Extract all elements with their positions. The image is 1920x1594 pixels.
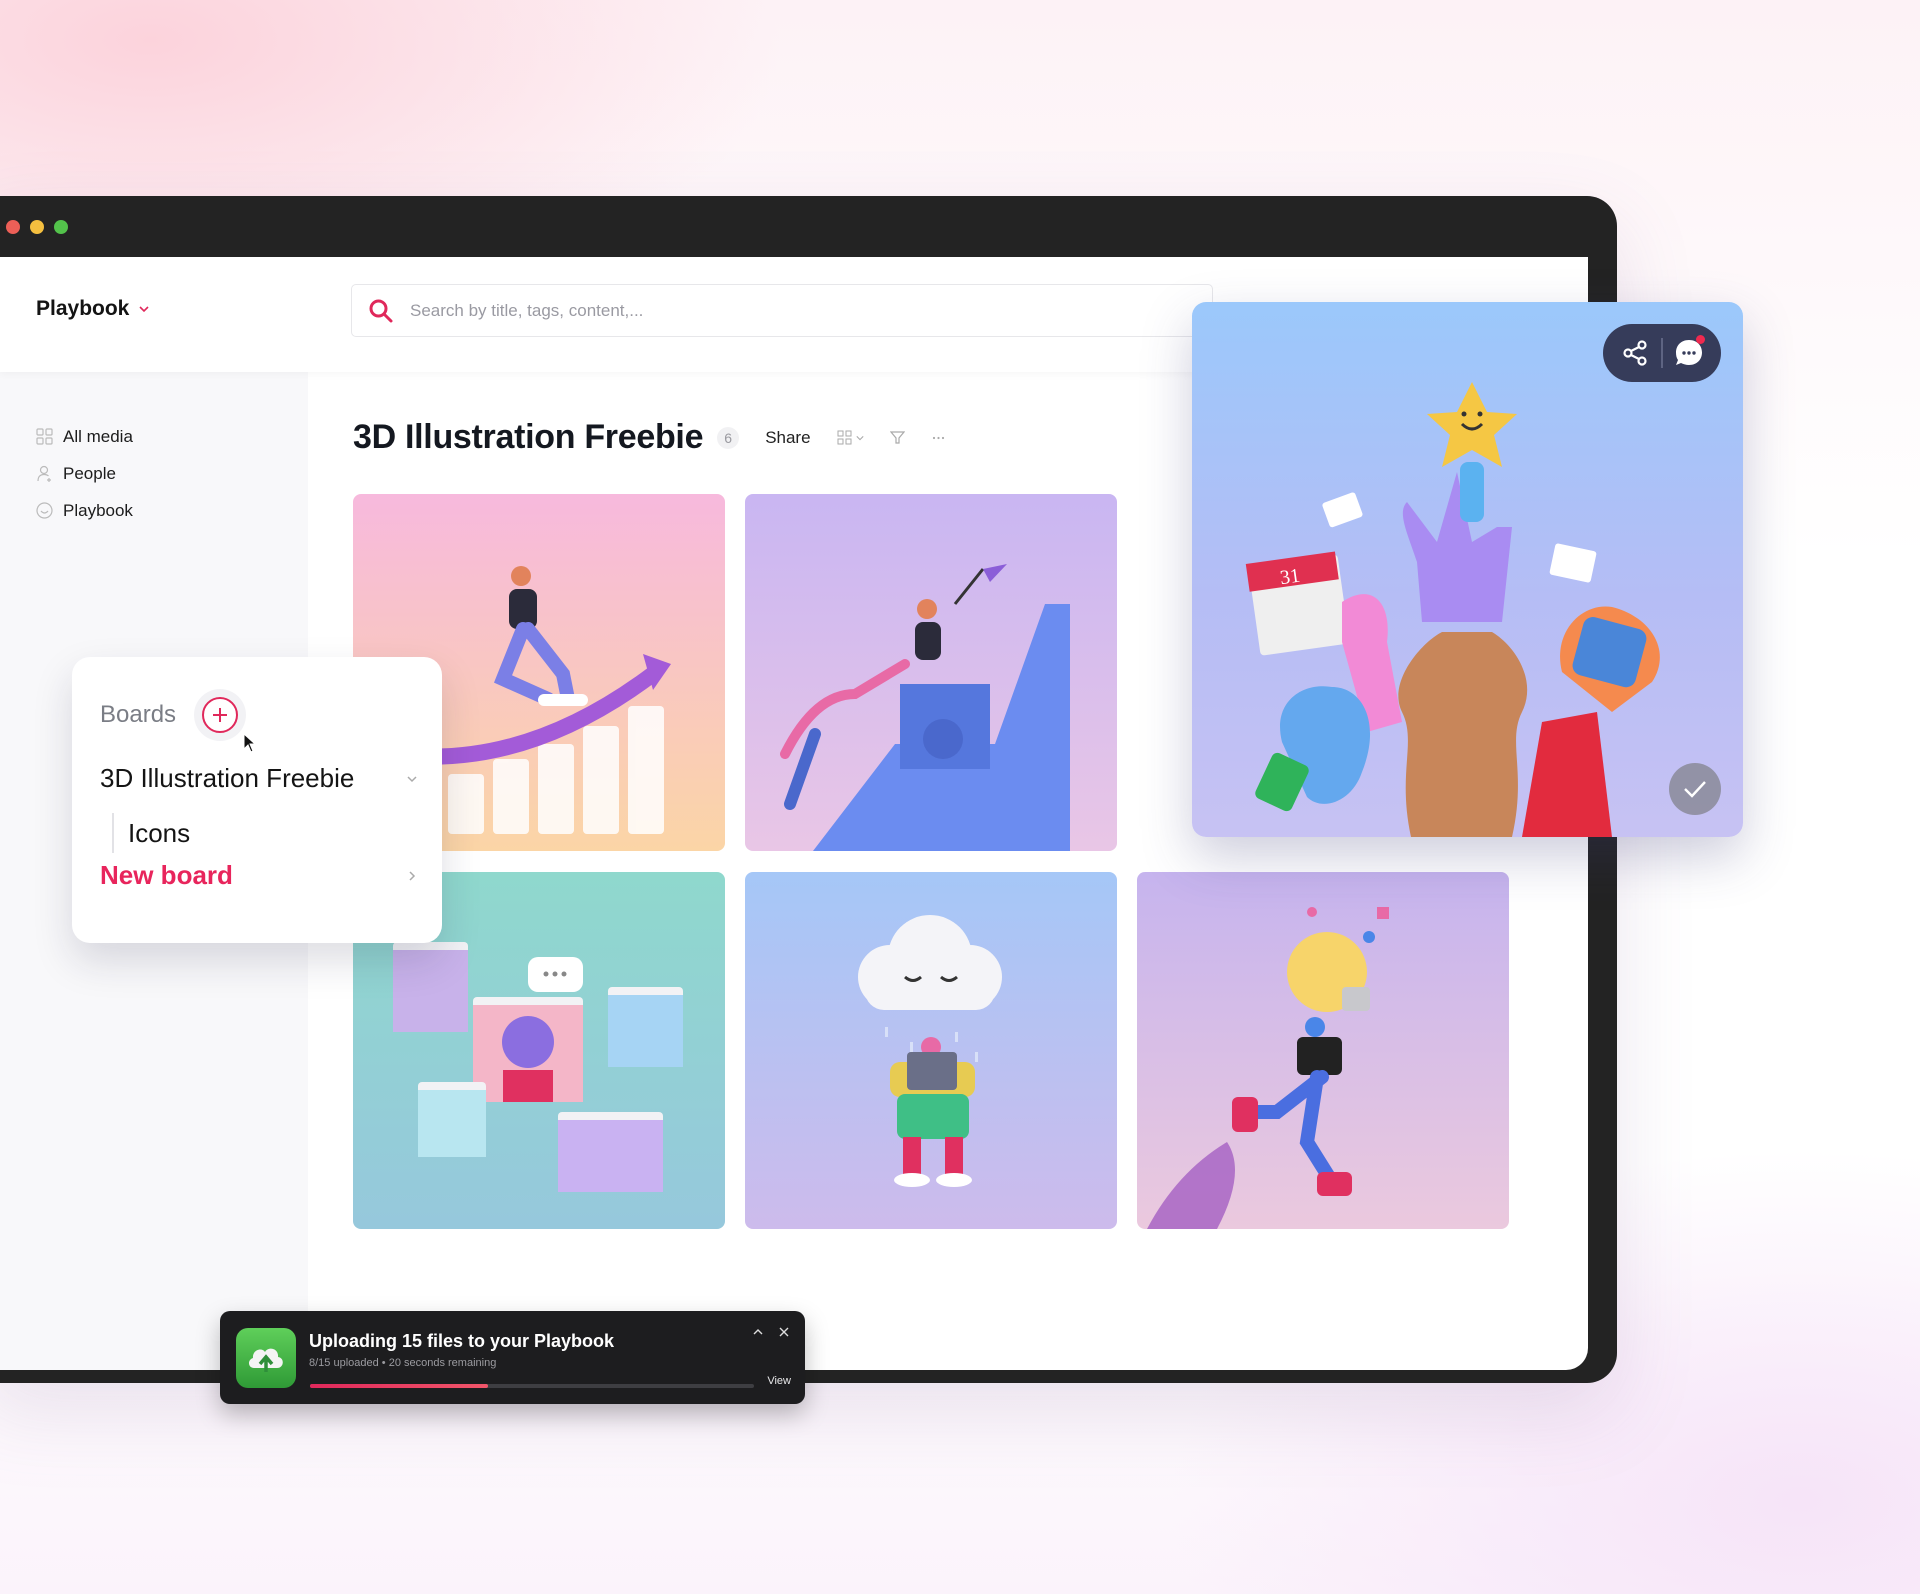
person-icon — [37, 465, 51, 482]
cloud-upload-icon — [236, 1328, 296, 1388]
share-icon — [1623, 340, 1647, 366]
chevron-down-icon — [139, 306, 149, 313]
actions-divider — [1661, 338, 1663, 368]
search-bar[interactable] — [351, 284, 1213, 337]
share-button[interactable]: Share — [765, 428, 810, 448]
sidebar-item-label: All media — [63, 426, 133, 446]
chevron-right-icon — [409, 870, 416, 881]
close-toast-button[interactable] — [775, 1323, 793, 1341]
calendar-day: 31 — [1279, 565, 1302, 590]
sidebar-item-playbook[interactable]: Playbook — [36, 492, 133, 529]
workspace-switcher[interactable]: Playbook — [36, 297, 149, 321]
collapse-toast-button[interactable] — [749, 1323, 767, 1341]
notification-dot — [1696, 335, 1705, 344]
view-toggle-button[interactable] — [837, 430, 864, 445]
boards-title: Boards — [100, 701, 177, 728]
media-card[interactable] — [745, 872, 1117, 1229]
view-uploads-button[interactable]: View — [767, 1375, 791, 1387]
media-card[interactable] — [745, 494, 1117, 851]
mouse-cursor-icon — [243, 733, 257, 753]
preview-actions — [1603, 324, 1721, 382]
sidebar-nav: All media People Playbook — [36, 418, 133, 529]
stairs-climb-illustration — [745, 494, 1117, 851]
select-checkbox[interactable] — [1669, 763, 1721, 815]
sidebar-item-all-media[interactable]: All media — [36, 418, 133, 455]
add-board-button[interactable] — [202, 697, 239, 733]
close-icon — [779, 1327, 789, 1337]
boards-header: Boards — [100, 697, 239, 733]
maximize-window-button[interactable] — [54, 220, 68, 234]
sidebar-item-label: People — [63, 463, 116, 483]
board-name: 3D Illustration Freebie — [100, 763, 355, 793]
close-window-button[interactable] — [6, 220, 20, 234]
workspace-name: Playbook — [36, 297, 130, 320]
grid-view-icon — [837, 430, 852, 445]
page-title: 3D Illustration Freebie — [353, 418, 704, 456]
window-controls — [6, 220, 68, 234]
upload-title: Uploading 15 files to your Playbook — [309, 1331, 615, 1351]
share-button[interactable] — [1617, 335, 1653, 371]
checkmark-icon — [1684, 781, 1706, 798]
filter-button[interactable] — [889, 430, 905, 445]
media-card[interactable] — [1137, 872, 1509, 1229]
chevron-up-icon — [753, 1329, 763, 1335]
minimize-window-button[interactable] — [30, 220, 44, 234]
more-options-button[interactable] — [931, 430, 946, 445]
upload-progress-fill — [310, 1384, 488, 1388]
chevron-down-icon — [855, 435, 864, 440]
item-count-badge: 6 — [717, 426, 740, 449]
board-item-3d-illustration-freebie[interactable]: 3D Illustration Freebie — [100, 763, 418, 794]
more-icon — [932, 436, 944, 440]
new-board-button[interactable]: New board — [100, 860, 418, 891]
media-preview-card[interactable]: 31 — [1192, 302, 1743, 837]
rain-cloud-illustration — [745, 872, 1117, 1229]
search-input[interactable] — [410, 300, 1110, 321]
board-name: Icons — [128, 817, 191, 848]
upload-progress-bar — [310, 1384, 754, 1388]
comments-button[interactable] — [1671, 335, 1707, 371]
upload-status: 8/15 uploaded • 20 seconds remaining — [309, 1357, 497, 1369]
board-item-icons[interactable]: Icons — [112, 813, 190, 853]
lightbulb-rocket-illustration — [1137, 872, 1509, 1229]
hands-holding-icons-illustration: 31 — [1245, 382, 1660, 837]
boards-popup: Boards 3D Illustration Freebie Icons New… — [72, 657, 442, 943]
sidebar-item-label: Playbook — [63, 500, 133, 520]
sidebar-item-people[interactable]: People — [36, 455, 133, 492]
grid-icon — [36, 428, 53, 445]
chevron-down-icon[interactable] — [406, 773, 418, 785]
new-board-label: New board — [100, 860, 233, 890]
smile-icon — [36, 502, 53, 519]
filter-icon — [889, 431, 905, 444]
search-icon — [369, 299, 393, 322]
page-header: 3D Illustration Freebie 6 Share — [353, 418, 946, 457]
upload-toast: Uploading 15 files to your Playbook 8/15… — [220, 1311, 805, 1404]
plus-icon — [213, 708, 228, 722]
